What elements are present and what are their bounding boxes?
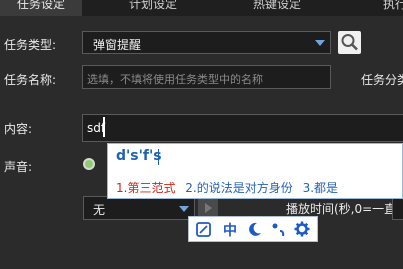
- moon-icon[interactable]: [247, 222, 262, 237]
- ime-logo-icon[interactable]: [196, 222, 211, 237]
- task-type-select[interactable]: 弹窗提醒: [82, 31, 331, 54]
- candidate-text: 第三范式: [127, 181, 176, 195]
- ime-candidate-3[interactable]: 3.都是: [303, 181, 338, 195]
- task-type-value: 弹窗提醒: [93, 38, 142, 52]
- play-duration-input[interactable]: [392, 196, 403, 220]
- text-caret: [103, 117, 105, 137]
- ime-candidate-window: d's'f's 1.第三范式 2.的说法是对方身份 3.都是: [107, 143, 403, 199]
- content-label: 内容:: [4, 122, 33, 136]
- ime-language-toggle[interactable]: 中: [223, 220, 237, 240]
- sound-radio[interactable]: [83, 158, 95, 170]
- task-type-label: 任务类型:: [4, 38, 57, 52]
- sound-value: 无: [93, 203, 106, 217]
- candidate-index: 3.: [302, 181, 315, 195]
- chevron-down-icon: [179, 206, 189, 212]
- ime-candidate-2[interactable]: 2.的说法是对方身份: [185, 181, 292, 195]
- sound-label: 声音:: [4, 160, 33, 174]
- play-duration-label: 播放时间(秒,0=一直):: [286, 202, 403, 216]
- punctuation-icon[interactable]: [271, 222, 286, 237]
- candidate-index: 2.: [185, 181, 197, 195]
- ime-candidate-1[interactable]: 1.第三范式: [116, 181, 175, 195]
- tab-bar: 任务设定 计划设定 热键设定 执行: [0, 0, 403, 16]
- ime-toolbar: 中: [188, 216, 318, 242]
- tab-hotkey-settings[interactable]: 热键设定: [232, 0, 322, 16]
- gear-icon[interactable]: [294, 221, 310, 237]
- ime-caret: [158, 149, 159, 165]
- task-category-label: 任务分类: [361, 73, 403, 87]
- play-sound-button[interactable]: [198, 198, 218, 218]
- ime-candidate-list: 1.第三范式 2.的说法是对方身份 3.都是: [116, 179, 338, 196]
- play-icon: [205, 203, 212, 213]
- search-button[interactable]: [338, 31, 361, 54]
- tab-task-settings[interactable]: 任务设定: [0, 0, 82, 16]
- search-icon: [341, 34, 358, 51]
- tab-schedule-settings[interactable]: 计划设定: [108, 0, 198, 16]
- candidate-text: 的说法是对方身份: [196, 181, 293, 195]
- task-name-input[interactable]: 选填，不填将使用任务类型中的名称: [82, 65, 331, 89]
- task-name-placeholder: 选填，不填将使用任务类型中的名称: [87, 73, 263, 86]
- candidate-text: 都是: [314, 181, 339, 195]
- chevron-down-icon: [315, 40, 325, 46]
- tab-execute[interactable]: 执行: [370, 0, 403, 16]
- sound-select[interactable]: 无: [83, 196, 195, 220]
- candidate-index: 1.: [116, 181, 128, 195]
- content-input[interactable]: sdf: [82, 114, 403, 142]
- ime-composition: d's'f's: [116, 148, 162, 164]
- task-name-label: 任务名称:: [4, 73, 57, 87]
